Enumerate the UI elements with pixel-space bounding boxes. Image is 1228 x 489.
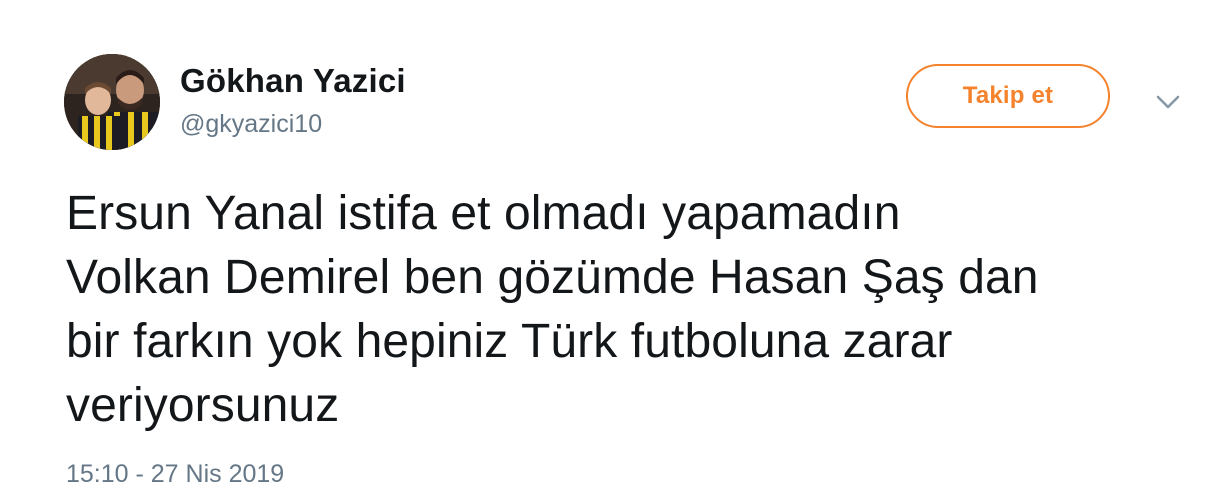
- tweet-card: Gökhan Yazici @gkyazici10 Takip et Ersun…: [0, 0, 1228, 488]
- user-handle[interactable]: @gkyazici10: [180, 110, 322, 139]
- display-name[interactable]: Gökhan Yazici: [180, 62, 406, 100]
- tweet-text-line: Volkan Demirel ben gözümde Hasan Şaş dan: [66, 251, 1039, 304]
- avatar[interactable]: [64, 54, 160, 150]
- chevron-down-icon: [1156, 95, 1180, 109]
- tweet-text: Ersun Yanal istifa et olmadı yapamadın V…: [66, 182, 1196, 438]
- follow-button[interactable]: Takip et: [906, 64, 1110, 128]
- more-options-button[interactable]: [1152, 88, 1184, 116]
- tweet-text-line: veriyorsunuz: [66, 379, 340, 432]
- tweet-timestamp[interactable]: 15:10 - 27 Nis 2019: [66, 460, 284, 489]
- tweet-text-line: Ersun Yanal istifa et olmadı yapamadın: [66, 187, 901, 240]
- tweet-text-line: bir farkın yok hepiniz Türk futboluna za…: [66, 315, 953, 368]
- profile-photo-icon: [64, 54, 160, 150]
- follow-button-label: Takip et: [962, 82, 1054, 109]
